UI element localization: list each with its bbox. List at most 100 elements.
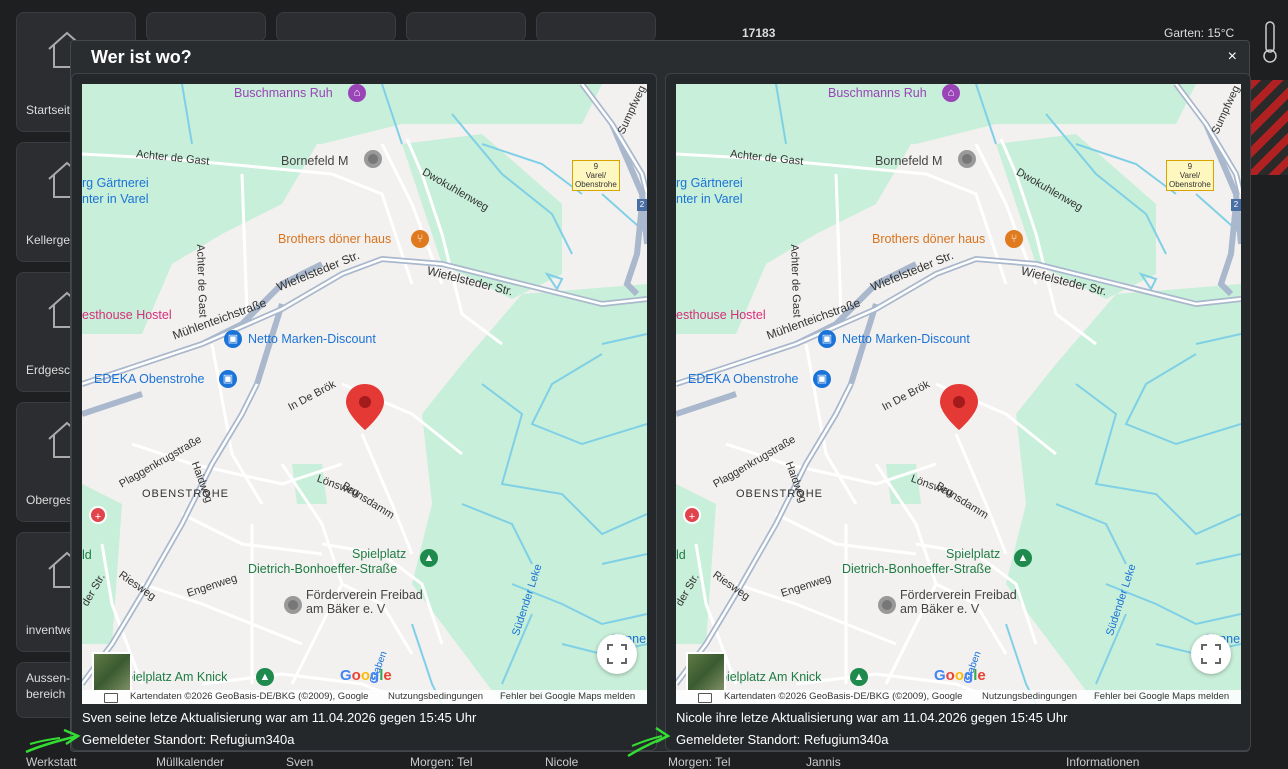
bus-stop-name: Varel/ (585, 171, 607, 180)
map-label: Spielplatz (946, 547, 1001, 561)
satellite-toggle[interactable] (686, 652, 726, 692)
map-attribution-bar: Kartendaten ©2026 GeoBasis-DE/BKG (©2009… (676, 690, 1241, 704)
bus-stop-name: Varel/ (1179, 171, 1201, 180)
road-shield: 2 (637, 199, 647, 211)
map-label: Buschmanns Ruh (828, 86, 927, 100)
last-update-text: Sven seine letze Aktualisierung war am 1… (82, 710, 477, 725)
place-icon[interactable] (364, 150, 382, 168)
google-map[interactable]: ⌂ ⑂ ▣ ▣ + ▲ ▲ Buschmanns Ruh Bornefeld M… (82, 84, 647, 704)
fullscreen-icon (1201, 644, 1221, 664)
map-label: ld (676, 548, 686, 562)
bus-stop-number: 9 (593, 162, 599, 171)
map-label: Netto Marken-Discount (248, 332, 376, 346)
report-error-link[interactable]: Fehler bei Google Maps melden (500, 690, 635, 704)
terms-link[interactable]: Nutzungsbedingungen (388, 690, 483, 704)
map-label: EDEKA Obenstrohe (688, 372, 799, 386)
map-label: Dietrich-Bonhoeffer-Straße (842, 562, 992, 576)
tile-label: Aussen- (26, 671, 71, 685)
fullscreen-button[interactable] (597, 634, 637, 674)
google-logo: Google (340, 667, 392, 684)
hospital-icon[interactable]: + (683, 506, 701, 524)
map-label: Dietrich-Bonhoeffer-Straße (248, 562, 398, 576)
map-attribution: Kartendaten ©2026 GeoBasis-DE/BKG (©2009… (724, 691, 963, 702)
tree-icon[interactable]: ▲ (1014, 549, 1032, 567)
person-panel-nicole: ⌂ ⑂ ▣ ▣ + ▲ ▲ Buschmanns Ruh Bornefeld M… (665, 73, 1251, 751)
map-label: am Bäker e. V (900, 602, 980, 616)
top-number: 17183 (742, 26, 776, 40)
lodging-icon[interactable]: ⌂ (942, 84, 960, 102)
dialog-title: Wer ist wo? (91, 47, 192, 67)
hospital-icon[interactable]: + (89, 506, 107, 524)
street-label: Achter de Gast (788, 244, 803, 318)
bus-stop-sign[interactable]: 9 Varel/ Obenstrohe (572, 160, 620, 191)
report-error-link[interactable]: Fehler bei Google Maps melden (1094, 690, 1229, 704)
restaurant-icon[interactable]: ⑂ (1005, 230, 1023, 248)
place-icon[interactable] (284, 596, 302, 614)
shopping-cart-icon[interactable]: ▣ (818, 330, 836, 348)
street-label: Achter de Gast (194, 244, 209, 318)
map-label: Netto Marken-Discount (842, 332, 970, 346)
street-label: OBENSTROHE (142, 488, 230, 500)
street-label: OBENSTROHE (736, 488, 824, 500)
tile-top-2[interactable] (146, 12, 266, 42)
tile-label: bereich (26, 687, 66, 701)
annotation-arrow-icon (627, 726, 671, 758)
fullscreen-icon (607, 644, 627, 664)
map-label: rg Gärtnerei (82, 176, 149, 190)
keyboard-icon[interactable] (698, 693, 712, 703)
map-label: Brothers döner haus (872, 232, 986, 246)
alert-stripes (1250, 80, 1288, 175)
road-shield: 2 (1231, 199, 1241, 211)
fullscreen-button[interactable] (1191, 634, 1231, 674)
annotation-arrow-icon (25, 728, 81, 754)
shopping-cart-icon[interactable]: ▣ (224, 330, 242, 348)
shopping-cart-icon[interactable]: ▣ (813, 370, 831, 388)
map-label: esthouse Hostel (82, 308, 172, 322)
garden-temperature: Garten: 15°C (1164, 26, 1235, 40)
google-logo: Google (934, 667, 986, 684)
place-icon[interactable] (878, 596, 896, 614)
map-label: Buschmanns Ruh (234, 86, 333, 100)
map-label: Förderverein Freibad (900, 588, 1017, 602)
map-label: am Bäker e. V (306, 602, 386, 616)
shopping-cart-icon[interactable]: ▣ (219, 370, 237, 388)
map-attribution-bar: Kartendaten ©2026 GeoBasis-DE/BKG (©2009… (82, 690, 647, 704)
map-label: rg Gärtnerei (676, 176, 743, 190)
person-panel-sven: ⌂ ⑂ ▣ ▣ + ▲ ▲ Buschmanns Ruh Bornefeld M… (71, 73, 657, 751)
reported-location-text: Gemeldeter Standort: Refugium340a (676, 732, 889, 747)
map-label: nter in Varel (676, 192, 743, 206)
map-label: pielplatz Am Knick (720, 670, 822, 684)
where-is-who-dialog: Wer ist wo? × ⌂ ⑂ ▣ ▣ + ▲ ▲ Buschmanns R… (70, 40, 1251, 752)
map-label: esthouse Hostel (676, 308, 766, 322)
map-label: Bornefeld M (281, 154, 349, 168)
tile-top-5[interactable] (536, 12, 656, 42)
tile-top-3[interactable] (276, 12, 396, 42)
tree-icon[interactable]: ▲ (256, 668, 274, 686)
map-label: pielplatz Am Knick (126, 670, 228, 684)
tile-top-4[interactable] (406, 12, 526, 42)
terms-link[interactable]: Nutzungsbedingungen (982, 690, 1077, 704)
map-label: Förderverein Freibad (306, 588, 423, 602)
bus-stop-name: Obenstrohe (1169, 180, 1211, 189)
satellite-toggle[interactable] (92, 652, 132, 692)
tree-icon[interactable]: ▲ (850, 668, 868, 686)
map-label: Spielplatz (352, 547, 407, 561)
place-icon[interactable] (958, 150, 976, 168)
thermometer-icon (1263, 21, 1277, 63)
restaurant-icon[interactable]: ⑂ (411, 230, 429, 248)
bus-stop-name: Obenstrohe (575, 180, 617, 189)
reported-location-text: Gemeldeter Standort: Refugium340a (82, 732, 295, 747)
lodging-icon[interactable]: ⌂ (348, 84, 366, 102)
bus-stop-number: 9 (1187, 162, 1193, 171)
map-label: Brothers döner haus (278, 232, 392, 246)
map-label: Bornefeld M (875, 154, 943, 168)
close-icon[interactable]: × (1228, 48, 1237, 66)
map-label: EDEKA Obenstrohe (94, 372, 205, 386)
last-update-text: Nicole ihre letze Aktualisierung war am … (676, 710, 1068, 725)
tree-icon[interactable]: ▲ (420, 549, 438, 567)
bus-stop-sign[interactable]: 9 Varel/ Obenstrohe (1166, 160, 1214, 191)
map-label: nter in Varel (82, 192, 149, 206)
map-attribution: Kartendaten ©2026 GeoBasis-DE/BKG (©2009… (130, 691, 369, 702)
keyboard-icon[interactable] (104, 693, 118, 703)
google-map[interactable]: ⌂ ⑂ ▣ ▣ + ▲ ▲ Buschmanns Ruh Bornefeld M… (676, 84, 1241, 704)
